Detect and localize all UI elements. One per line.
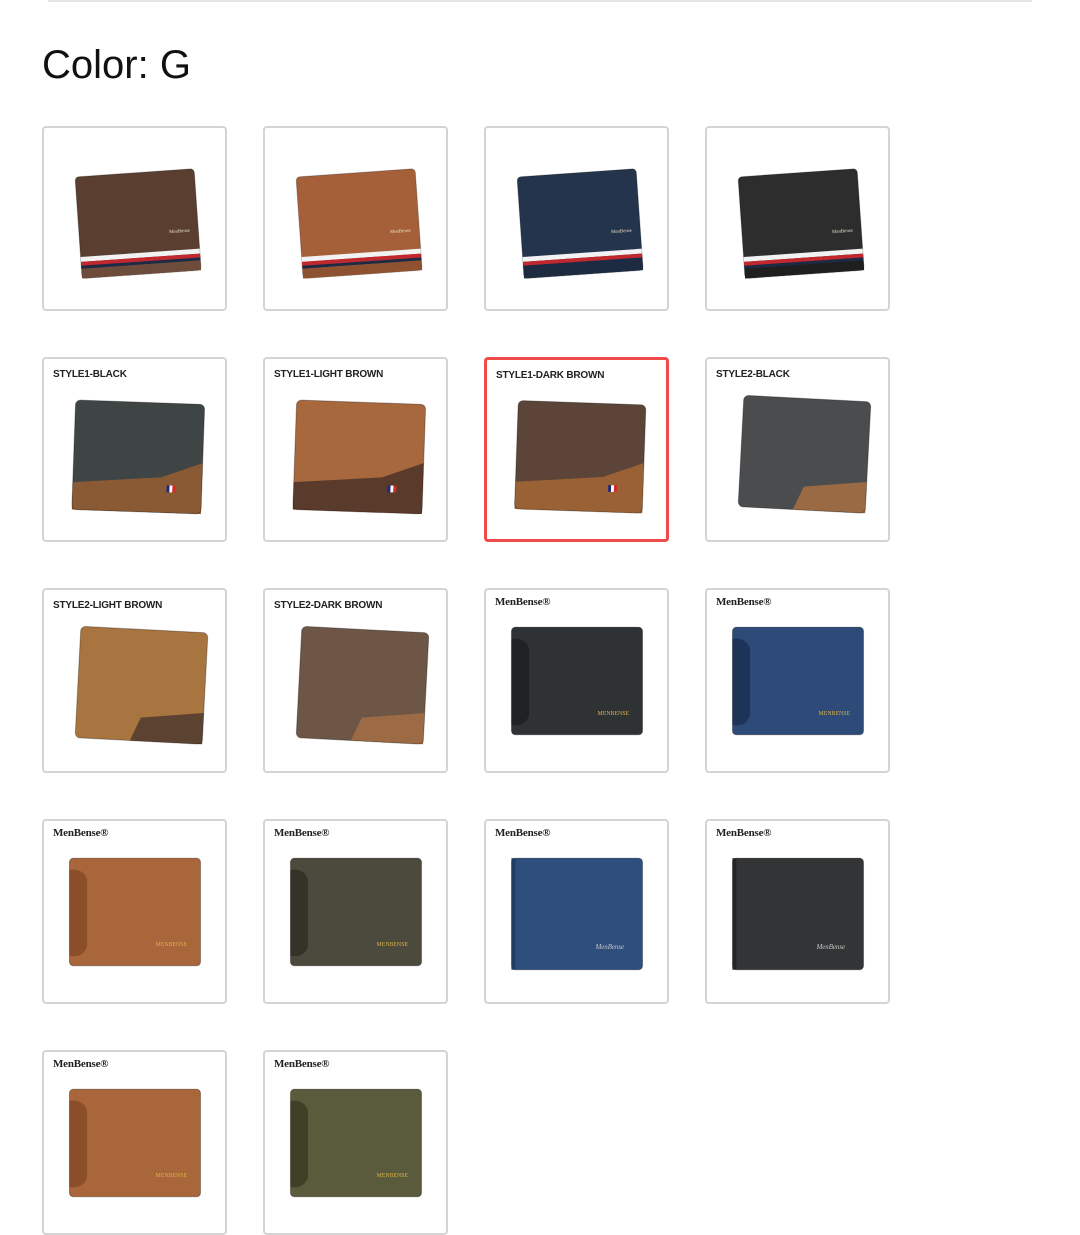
color-swatch-11[interactable]: MENBENSE MenBense®: [484, 588, 669, 773]
color-swatch-3[interactable]: MenBense: [484, 126, 669, 311]
color-swatch-14[interactable]: MENBENSE MenBense®: [263, 819, 448, 1004]
wallet-thumbnail: MenBense: [731, 857, 865, 971]
color-swatch-2[interactable]: MenBense: [263, 126, 448, 311]
swatch-label: MenBense®: [495, 827, 551, 839]
wallet-thumbnail: [71, 399, 206, 515]
color-swatch-6[interactable]: STYLE1-LIGHT BROWN: [263, 357, 448, 542]
color-swatch-10[interactable]: STYLE2-DARK BROWN: [263, 588, 448, 773]
wallet-thumbnail: MENBENSE: [731, 626, 865, 736]
wallet-thumbnail: [514, 400, 647, 514]
color-swatch-grid: MenBense MenBense MenBense MenBense STYL…: [0, 0, 1080, 1235]
wallet-thumbnail: [292, 399, 427, 515]
color-swatch-17[interactable]: MENBENSE MenBense®: [42, 1050, 227, 1235]
svg-text:MENBENSE: MENBENSE: [377, 1173, 409, 1179]
color-swatch-4[interactable]: MenBense: [705, 126, 890, 311]
wallet-thumbnail: MENBENSE: [68, 857, 202, 967]
swatch-label: MenBense®: [716, 596, 772, 608]
color-swatch-15[interactable]: MenBense MenBense®: [484, 819, 669, 1004]
color-swatch-18[interactable]: MENBENSE MenBense®: [263, 1050, 448, 1235]
svg-text:MenBense: MenBense: [595, 944, 624, 951]
svg-text:MENBENSE: MENBENSE: [819, 711, 851, 717]
swatch-label: MenBense®: [53, 827, 109, 839]
swatch-label: STYLE1-DARK BROWN: [496, 370, 605, 381]
wallet-thumbnail: [74, 626, 209, 745]
color-swatch-7-selected[interactable]: STYLE1-DARK BROWN: [484, 357, 669, 542]
wallet-thumbnail: MENBENSE: [68, 1088, 202, 1198]
color-swatch-13[interactable]: MENBENSE MenBense®: [42, 819, 227, 1004]
wallet-thumbnail: MenBense: [295, 168, 423, 279]
wallet-thumbnail: MenBense: [737, 168, 865, 279]
color-swatch-8[interactable]: STYLE2-BLACK: [705, 357, 890, 542]
swatch-label: STYLE1-BLACK: [53, 369, 127, 380]
wallet-thumbnail: MenBense: [74, 168, 202, 279]
wallet-thumbnail: MenBense: [516, 168, 644, 279]
wallet-thumbnail: MENBENSE: [510, 626, 644, 736]
wallet-thumbnail: MenBense: [510, 857, 644, 971]
wallet-thumbnail: MENBENSE: [289, 1088, 423, 1198]
swatch-label: MenBense®: [274, 1058, 330, 1070]
swatch-label: MenBense®: [716, 827, 772, 839]
swatch-label: STYLE2-LIGHT BROWN: [53, 600, 163, 611]
swatch-label: STYLE2-BLACK: [716, 369, 790, 380]
swatch-label: MenBense®: [495, 596, 551, 608]
color-swatch-5[interactable]: STYLE1-BLACK: [42, 357, 227, 542]
swatch-label: STYLE1-LIGHT BROWN: [274, 369, 384, 380]
color-swatch-12[interactable]: MENBENSE MenBense®: [705, 588, 890, 773]
svg-text:MENBENSE: MENBENSE: [156, 942, 188, 948]
swatch-label: STYLE2-DARK BROWN: [274, 600, 383, 611]
wallet-thumbnail: [737, 395, 872, 514]
svg-text:MENBENSE: MENBENSE: [377, 942, 409, 948]
wallet-thumbnail: MENBENSE: [289, 857, 423, 967]
svg-text:MENBENSE: MENBENSE: [156, 1173, 188, 1179]
color-swatch-9[interactable]: STYLE2-LIGHT BROWN: [42, 588, 227, 773]
wallet-thumbnail: [295, 626, 430, 745]
swatch-label: MenBense®: [53, 1058, 109, 1070]
color-swatch-1[interactable]: MenBense: [42, 126, 227, 311]
swatch-label: MenBense®: [274, 827, 330, 839]
svg-text:MENBENSE: MENBENSE: [598, 711, 630, 717]
color-swatch-16[interactable]: MenBense MenBense®: [705, 819, 890, 1004]
svg-text:MenBense: MenBense: [816, 944, 845, 951]
